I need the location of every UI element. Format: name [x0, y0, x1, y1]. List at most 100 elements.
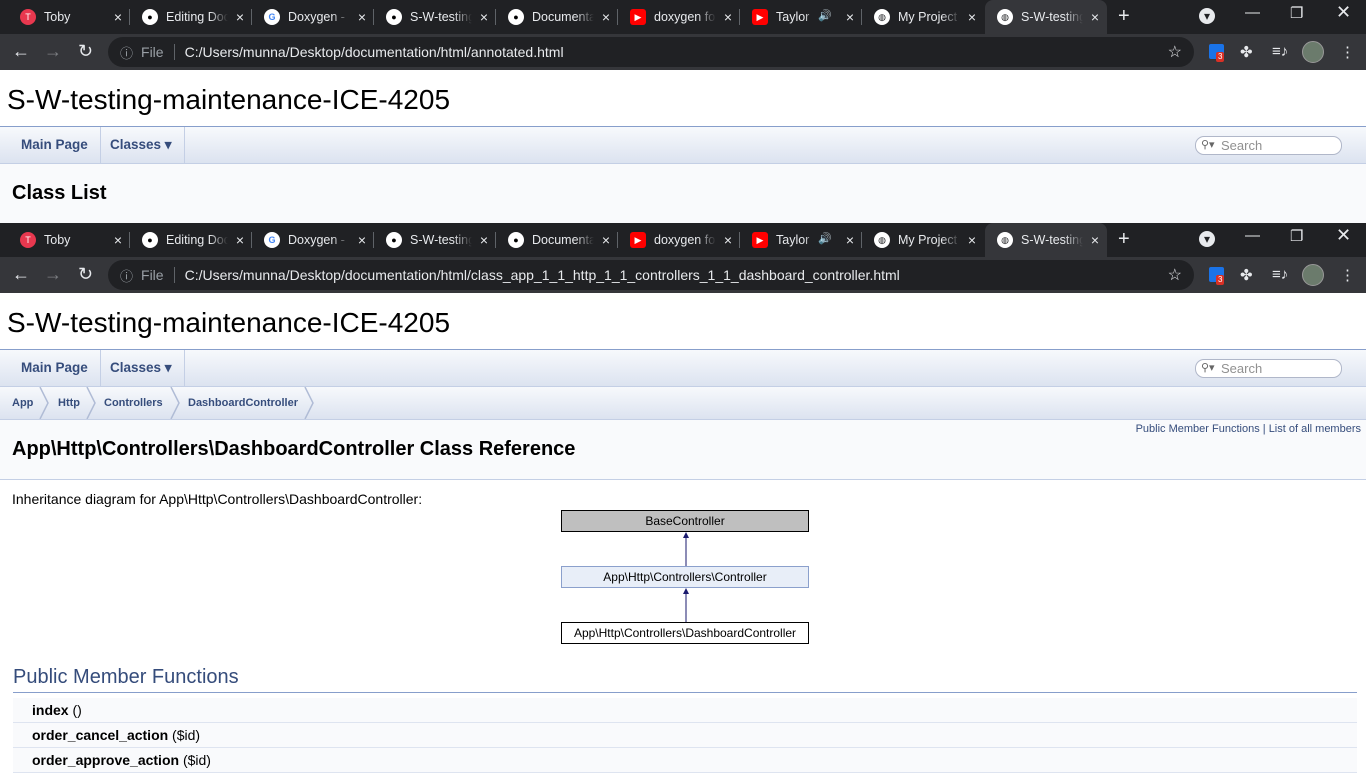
tab-documenta[interactable]: ● Documenta ×: [496, 0, 618, 34]
back-arrow-icon[interactable]: ←: [12, 264, 30, 285]
close-icon[interactable]: ×: [846, 232, 854, 248]
close-icon[interactable]: ×: [602, 232, 610, 248]
inheritance-text: Inheritance diagram for App\Http\Control…: [12, 491, 423, 507]
close-icon[interactable]: ×: [1091, 232, 1099, 248]
speaker-icon[interactable]: 🔊: [818, 232, 832, 245]
close-icon[interactable]: ×: [480, 9, 488, 25]
breadcrumb-app[interactable]: App: [12, 387, 33, 419]
nav-main-page[interactable]: Main Page: [9, 127, 101, 163]
close-icon[interactable]: ×: [358, 9, 366, 25]
youtube-icon: ▶: [752, 9, 768, 25]
nav-classes[interactable]: Classes ▾: [98, 350, 185, 386]
tab-my-project[interactable]: ◍ My Project ×: [862, 0, 984, 34]
search-input[interactable]: ⚲▾ Search: [1195, 136, 1342, 155]
tab-toby[interactable]: T Toby ×: [8, 223, 130, 257]
member-name[interactable]: order_approve_action: [32, 752, 179, 768]
speaker-icon[interactable]: 🔊: [818, 9, 832, 22]
tab-editing-doc[interactable]: ● Editing Doc ×: [130, 223, 252, 257]
close-icon[interactable]: ×: [1091, 9, 1099, 25]
breadcrumb: App Http Controllers DashboardController: [0, 387, 1366, 420]
tab-toby[interactable]: T Toby ×: [8, 0, 130, 34]
new-tab-button[interactable]: +: [1118, 5, 1130, 28]
tab-sw-testing-github[interactable]: ● S-W-testing ×: [374, 0, 496, 34]
avatar[interactable]: [1302, 41, 1324, 63]
restore-icon[interactable]: ❐: [1290, 227, 1303, 245]
close-window-icon[interactable]: ✕: [1336, 2, 1351, 23]
menu-kebab-icon[interactable]: ⋮: [1340, 266, 1355, 284]
close-icon[interactable]: ×: [236, 9, 244, 25]
nav-main-page[interactable]: Main Page: [9, 350, 101, 386]
url-text[interactable]: C:/Users/munna/Desktop/documentation/htm…: [185, 44, 564, 60]
close-icon[interactable]: ×: [358, 232, 366, 248]
search-icon: ⚲▾: [1201, 362, 1215, 374]
tab-doxygen-youtube[interactable]: ▶ doxygen fo ×: [618, 0, 740, 34]
tab-doxygen-youtube[interactable]: ▶ doxygen fo ×: [618, 223, 740, 257]
diagram-node-controller[interactable]: App\Http\Controllers\Controller: [561, 566, 809, 588]
close-icon[interactable]: ×: [236, 232, 244, 248]
tab-sw-testing-active[interactable]: ◍ S-W-testing ×: [985, 0, 1107, 34]
tab-my-project[interactable]: ◍ My Project ×: [862, 223, 984, 257]
close-icon[interactable]: ×: [968, 9, 976, 25]
tab-sw-testing-active[interactable]: ◍ S-W-testing ×: [985, 223, 1107, 257]
member-name[interactable]: order_cancel_action: [32, 727, 168, 743]
tab-title: Documenta: [532, 233, 594, 247]
member-name[interactable]: index: [32, 702, 69, 718]
tab-sw-testing-github[interactable]: ● S-W-testing ×: [374, 223, 496, 257]
forward-arrow-icon[interactable]: →: [44, 264, 62, 285]
tab-doxygen[interactable]: G Doxygen - ×: [252, 223, 374, 257]
breadcrumb-dashboardcontroller[interactable]: DashboardController: [188, 387, 298, 419]
puzzle-extensions-icon[interactable]: ✤: [1240, 43, 1253, 61]
summary-list-all-members-link[interactable]: List of all members: [1269, 423, 1361, 435]
breadcrumb-http[interactable]: Http: [58, 387, 80, 419]
tab-search-icon[interactable]: ▾: [1199, 231, 1215, 247]
breadcrumb-controllers[interactable]: Controllers: [104, 387, 163, 419]
close-icon[interactable]: ×: [724, 9, 732, 25]
reload-icon[interactable]: ↻: [78, 41, 93, 62]
bookmark-star-icon[interactable]: ☆: [1168, 265, 1182, 285]
extension-todo-icon[interactable]: 3: [1209, 267, 1225, 285]
close-icon[interactable]: ×: [968, 232, 976, 248]
menu-kebab-icon[interactable]: ⋮: [1340, 43, 1355, 61]
reload-icon[interactable]: ↻: [78, 264, 93, 285]
extension-todo-icon[interactable]: 3: [1209, 44, 1225, 62]
tab-title: Documenta: [532, 10, 594, 24]
close-icon[interactable]: ×: [480, 232, 488, 248]
tab-title: Taylor: [776, 233, 810, 247]
tab-doxygen[interactable]: G Doxygen - ×: [252, 0, 374, 34]
address-bar[interactable]: ⓘ File C:/Users/munna/Desktop/documentat…: [108, 260, 1194, 290]
close-window-icon[interactable]: ✕: [1336, 225, 1351, 246]
close-icon[interactable]: ×: [846, 9, 854, 25]
summary-links: Public Member Functions | List of all me…: [1136, 423, 1361, 435]
diagram-node-basecontroller[interactable]: BaseController: [561, 510, 809, 532]
close-icon[interactable]: ×: [114, 9, 122, 25]
github-icon: ●: [386, 9, 402, 25]
nav-classes[interactable]: Classes ▾: [98, 127, 185, 163]
bookmark-star-icon[interactable]: ☆: [1168, 42, 1182, 62]
new-tab-button[interactable]: +: [1118, 228, 1130, 251]
tab-documenta[interactable]: ● Documenta ×: [496, 223, 618, 257]
close-icon[interactable]: ×: [114, 232, 122, 248]
member-args: (): [68, 702, 82, 718]
info-icon[interactable]: ⓘ: [120, 43, 133, 62]
restore-icon[interactable]: ❐: [1290, 4, 1303, 22]
tab-editing-doc[interactable]: ● Editing Doc ×: [130, 0, 252, 34]
info-icon[interactable]: ⓘ: [120, 266, 133, 285]
summary-public-member-functions-link[interactable]: Public Member Functions: [1136, 423, 1260, 435]
minimize-icon[interactable]: —: [1245, 4, 1260, 21]
close-icon[interactable]: ×: [724, 232, 732, 248]
url-text[interactable]: C:/Users/munna/Desktop/documentation/htm…: [185, 267, 900, 283]
back-arrow-icon[interactable]: ←: [12, 41, 30, 62]
address-bar[interactable]: ⓘ File C:/Users/munna/Desktop/documentat…: [108, 37, 1194, 67]
avatar[interactable]: [1302, 264, 1324, 286]
minimize-icon[interactable]: —: [1245, 227, 1260, 244]
close-icon[interactable]: ×: [602, 9, 610, 25]
puzzle-extensions-icon[interactable]: ✤: [1240, 266, 1253, 284]
tab-taylor[interactable]: ▶ Taylor 🔊 ×: [740, 0, 862, 34]
forward-arrow-icon[interactable]: →: [44, 41, 62, 62]
search-input[interactable]: ⚲▾ Search: [1195, 359, 1342, 378]
doxygen-nav: Main Page Classes ▾ ⚲▾ Search: [0, 350, 1366, 387]
media-queue-icon[interactable]: ≡♪: [1272, 43, 1288, 60]
media-queue-icon[interactable]: ≡♪: [1272, 266, 1288, 283]
tab-search-icon[interactable]: ▾: [1199, 8, 1215, 24]
tab-taylor[interactable]: ▶ Taylor 🔊 ×: [740, 223, 862, 257]
